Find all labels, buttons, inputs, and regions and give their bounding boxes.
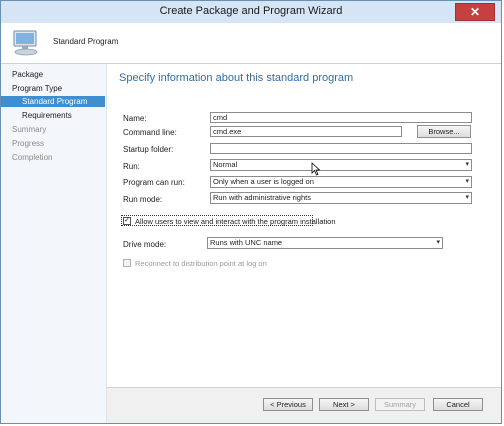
title-bar[interactable]: Create Package and Program Wizard ✕ (1, 1, 501, 24)
computer-icon (13, 30, 38, 56)
drive-mode-dropdown[interactable]: Runs with UNC name ▾ (207, 237, 443, 249)
wizard-header: Standard Program (1, 23, 501, 64)
startup-folder-field[interactable] (210, 143, 472, 154)
sidebar-item-program-type[interactable]: Program Type (12, 84, 62, 93)
next-button[interactable]: Next > (319, 398, 369, 411)
chevron-down-icon: ▾ (436, 239, 440, 246)
reconnect-label: Reconnect to distribution point at log o… (135, 259, 267, 268)
sidebar-item-package[interactable]: Package (12, 70, 43, 79)
wizard-sidebar: Package Program Type Standard Program Re… (1, 64, 107, 423)
summary-button: Summary (375, 398, 425, 411)
name-field[interactable]: cmd (210, 112, 472, 123)
drive-mode-label: Drive mode: (123, 240, 167, 249)
program-can-run-value: Only when a user is logged on (213, 177, 314, 186)
allow-interact-label: Allow users to view and interact with th… (135, 217, 336, 226)
close-button[interactable]: ✕ (455, 3, 495, 21)
name-label: Name: (123, 114, 147, 123)
page-heading: Specify information about this standard … (119, 72, 354, 84)
window-title: Create Package and Program Wizard (159, 5, 343, 17)
sidebar-item-requirements[interactable]: Requirements (22, 111, 72, 120)
wizard-footer: < Previous Next > Summary Cancel (107, 387, 501, 423)
run-value: Normal (213, 160, 238, 169)
run-label: Run: (123, 162, 140, 171)
sidebar-item-progress: Progress (12, 139, 45, 148)
program-can-run-label: Program can run: (123, 178, 185, 187)
reconnect-checkbox (123, 259, 131, 267)
run-mode-label: Run mode: (123, 195, 163, 204)
previous-button[interactable]: < Previous (263, 398, 313, 411)
run-mode-dropdown[interactable]: Run with administrative rights ▾ (210, 192, 472, 204)
sidebar-item-completion: Completion (12, 153, 53, 162)
chevron-down-icon: ▾ (465, 161, 469, 168)
main-panel: Specify information about this standard … (107, 64, 501, 387)
program-can-run-dropdown[interactable]: Only when a user is logged on ▾ (210, 176, 472, 188)
run-dropdown[interactable]: Normal ▾ (210, 159, 472, 171)
chevron-down-icon: ▾ (465, 178, 469, 185)
startup-folder-label: Startup folder: (123, 145, 174, 154)
drive-mode-value: Runs with UNC name (210, 238, 283, 247)
command-line-field[interactable]: cmd.exe (210, 126, 402, 137)
chevron-down-icon: ▾ (465, 194, 469, 201)
cancel-button[interactable]: Cancel (433, 398, 483, 411)
sidebar-item-standard-program[interactable]: Standard Program (1, 96, 105, 107)
mouse-cursor-icon (311, 162, 321, 176)
sidebar-item-summary: Summary (12, 125, 47, 134)
header-title: Standard Program (53, 37, 119, 46)
browse-button[interactable]: Browse... (417, 125, 471, 138)
command-line-label: Command line: (123, 128, 177, 137)
wizard-window: Create Package and Program Wizard ✕ Stan… (0, 0, 502, 424)
run-mode-value: Run with administrative rights (213, 193, 311, 202)
allow-interact-checkbox[interactable]: ✓ (123, 217, 131, 225)
